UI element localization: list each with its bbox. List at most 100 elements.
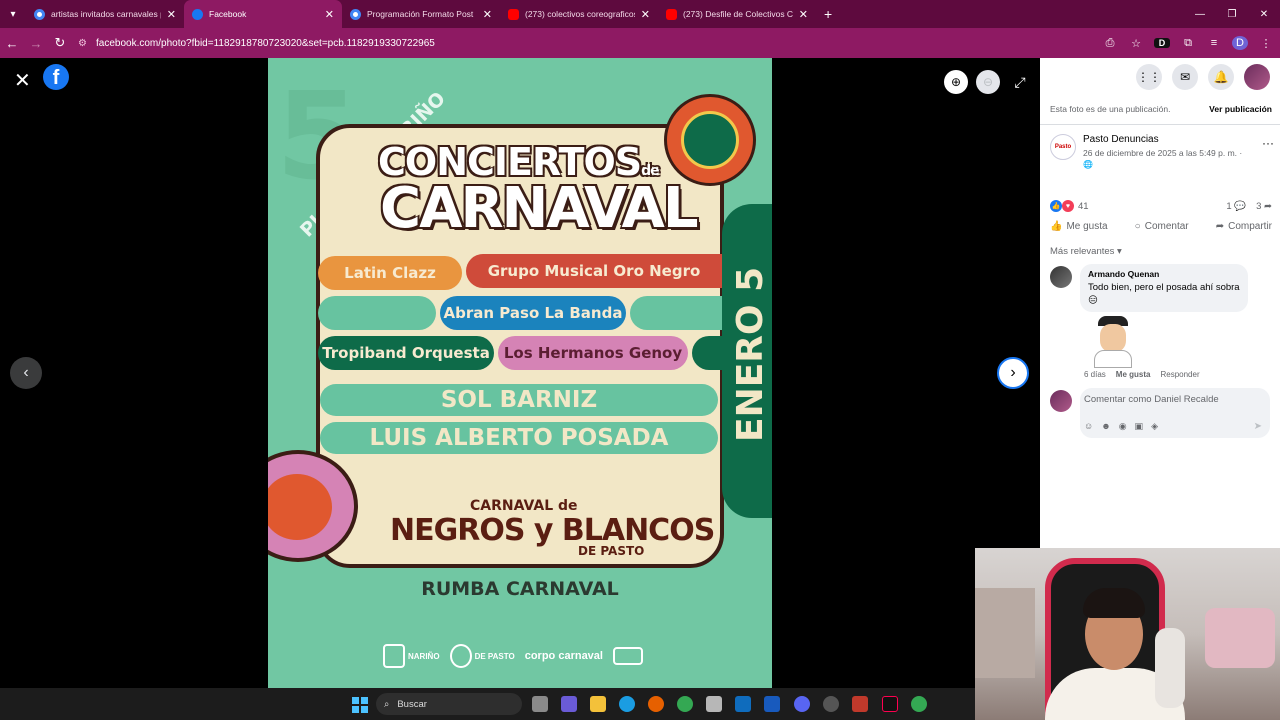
windows-start-icon[interactable] [352,697,368,713]
user-avatar [1050,390,1072,412]
post-side-panel: ⋮⋮ ✉ 🔔 Esta foto es de una publicación. … [1040,58,1280,548]
chrome-icon[interactable] [677,696,693,712]
new-tab-button[interactable]: + [824,6,832,22]
close-tab-icon[interactable]: ✕ [325,8,334,21]
like-button[interactable]: 👍 Me gusta [1050,221,1108,232]
comment-input[interactable]: Comentar como Daniel Recalde ☺ ☻ ◉ ▣ ◈ ➤ [1080,388,1270,438]
minimize-icon[interactable]: — [1184,0,1216,28]
narino-logo: NARIÑO [383,644,440,668]
deco-pill [318,296,436,330]
poster-date: ENERO 5 [730,266,771,442]
store-icon[interactable] [706,696,722,712]
commenter-avatar[interactable] [1050,266,1072,288]
app-icon[interactable] [823,696,839,712]
forward-icon[interactable]: → [24,28,48,58]
comment-like-link[interactable]: Me gusta [1116,370,1151,379]
messenger-icon[interactable]: ✉ [1172,64,1198,90]
tab-0[interactable]: artistas invitados carnavales pa ✕ [26,0,184,28]
publication-note: Esta foto es de una publicación. Ver pub… [1050,104,1272,114]
carnival-brand-sub: DE PASTO [578,544,645,558]
close-tab-icon[interactable]: ✕ [483,8,492,21]
facebook-logo[interactable]: f [43,64,69,90]
tab-3[interactable]: (273) colectivos coreograficos p ✕ [500,0,658,28]
sun-badge-icon [664,94,756,186]
sticker-image [1090,316,1136,368]
url-field[interactable]: facebook.com/photo?fbid=1182918780723020… [96,38,435,49]
copilot-icon[interactable] [561,696,577,712]
close-tab-icon[interactable]: ✕ [799,8,808,21]
reaction-icons[interactable]: 👍 ♥ [1050,200,1074,212]
firefox-icon[interactable] [648,696,664,712]
back-icon[interactable]: ← [0,28,24,58]
comments-count[interactable]: 1 💬 [1226,201,1246,212]
menu-grid-icon[interactable]: ⋮⋮ [1136,64,1162,90]
comment-reply-link[interactable]: Responder [1160,370,1199,379]
reactions-count[interactable]: 41 [1078,201,1089,212]
comment-age[interactable]: 6 días [1084,370,1106,379]
outlook-icon[interactable] [735,696,751,712]
close-window-icon[interactable]: ✕ [1248,0,1280,28]
more-options-icon[interactable]: ··· [1262,136,1274,150]
bookmark-star-icon[interactable]: ☆ [1128,37,1144,50]
discord-icon[interactable] [794,696,810,712]
fullscreen-icon[interactable]: ⤢ [1008,70,1032,94]
deco-pill [692,336,722,370]
close-tab-icon[interactable]: ✕ [641,8,650,21]
emoji-icon[interactable]: ☻ [1101,421,1110,432]
task-view-icon[interactable] [532,696,548,712]
webcam-overlay [975,548,1280,720]
next-photo-button[interactable]: › [997,357,1029,389]
comment-button[interactable]: ○ Comentar [1135,221,1189,232]
share-button[interactable]: ➦ Compartir [1216,221,1272,232]
tab-2[interactable]: Programación Formato Post ✕ [342,0,500,28]
tab-bar: ▾ artistas invitados carnavales pa ✕ Fac… [0,0,1280,28]
page-avatar[interactable]: Pasto [1050,134,1076,160]
previous-photo-button[interactable]: ‹ [10,357,42,389]
tiktok-icon[interactable] [882,696,898,712]
extension-d-icon[interactable]: D [1154,38,1170,48]
tab-search-button[interactable]: ▾ [0,0,26,28]
tab-4[interactable]: (273) Desfile de Colectivos Cor ✕ [658,0,816,28]
camera-icon[interactable]: ◉ [1119,421,1127,432]
carnival-brand: NEGROS y BLANCOS [390,513,715,548]
notifications-bell-icon[interactable]: 🔔 [1208,64,1234,90]
zoom-in-icon[interactable]: ⊕ [944,70,968,94]
youtube-icon [508,8,519,20]
install-icon[interactable]: ⎙ [1102,37,1118,50]
post-date[interactable]: 26 de diciembre de 2025 a las 5:49 p. m.… [1083,148,1242,158]
chrome-profile-icon[interactable] [911,696,927,712]
profile-avatar[interactable]: D [1232,36,1248,50]
site-info-icon[interactable]: ⚙ [78,38,96,49]
zoom-out-icon[interactable]: ⊖ [976,70,1000,94]
taskbar-search[interactable]: ⌕ Buscar [376,693,522,715]
menu-kebab-icon[interactable]: ⋮ [1258,37,1274,50]
shares-count[interactable]: 3 ➦ [1256,201,1272,212]
gif-icon[interactable]: ▣ [1135,421,1144,432]
edge-icon[interactable] [619,696,635,712]
like-reaction-icon: 👍 [1050,200,1062,212]
microphone [1155,628,1185,708]
google-icon [34,8,45,20]
close-viewer-icon[interactable]: ✕ [14,68,34,93]
account-avatar[interactable] [1244,64,1270,90]
artist-pill: Tropiband Orquesta [318,336,494,370]
background-shelf [975,588,1035,678]
deco-pill [630,296,722,330]
close-tab-icon[interactable]: ✕ [167,8,176,21]
word-icon[interactable] [764,696,780,712]
media-icon[interactable]: ≡ [1206,37,1222,49]
sort-comments-dropdown[interactable]: Más relevantes ▾ [1050,246,1122,257]
commenter-name[interactable]: Armando Quenan [1088,269,1240,279]
extensions-icon[interactable]: ⧉ [1180,37,1196,50]
file-explorer-icon[interactable] [590,696,606,712]
view-publication-link[interactable]: Ver publicación [1209,104,1272,114]
tab-1[interactable]: Facebook ✕ [184,0,342,28]
avatar-sticker-icon[interactable]: ☺ [1084,421,1093,432]
reload-icon[interactable]: ↻ [48,28,72,58]
page-name[interactable]: Pasto Denuncias [1083,134,1159,145]
restore-icon[interactable]: ❐ [1216,0,1248,28]
sticker-icon[interactable]: ◈ [1151,421,1158,432]
recorder-icon[interactable] [852,696,868,712]
windows-taskbar: ⌕ Buscar [0,688,975,720]
send-icon[interactable]: ➤ [1254,421,1262,432]
